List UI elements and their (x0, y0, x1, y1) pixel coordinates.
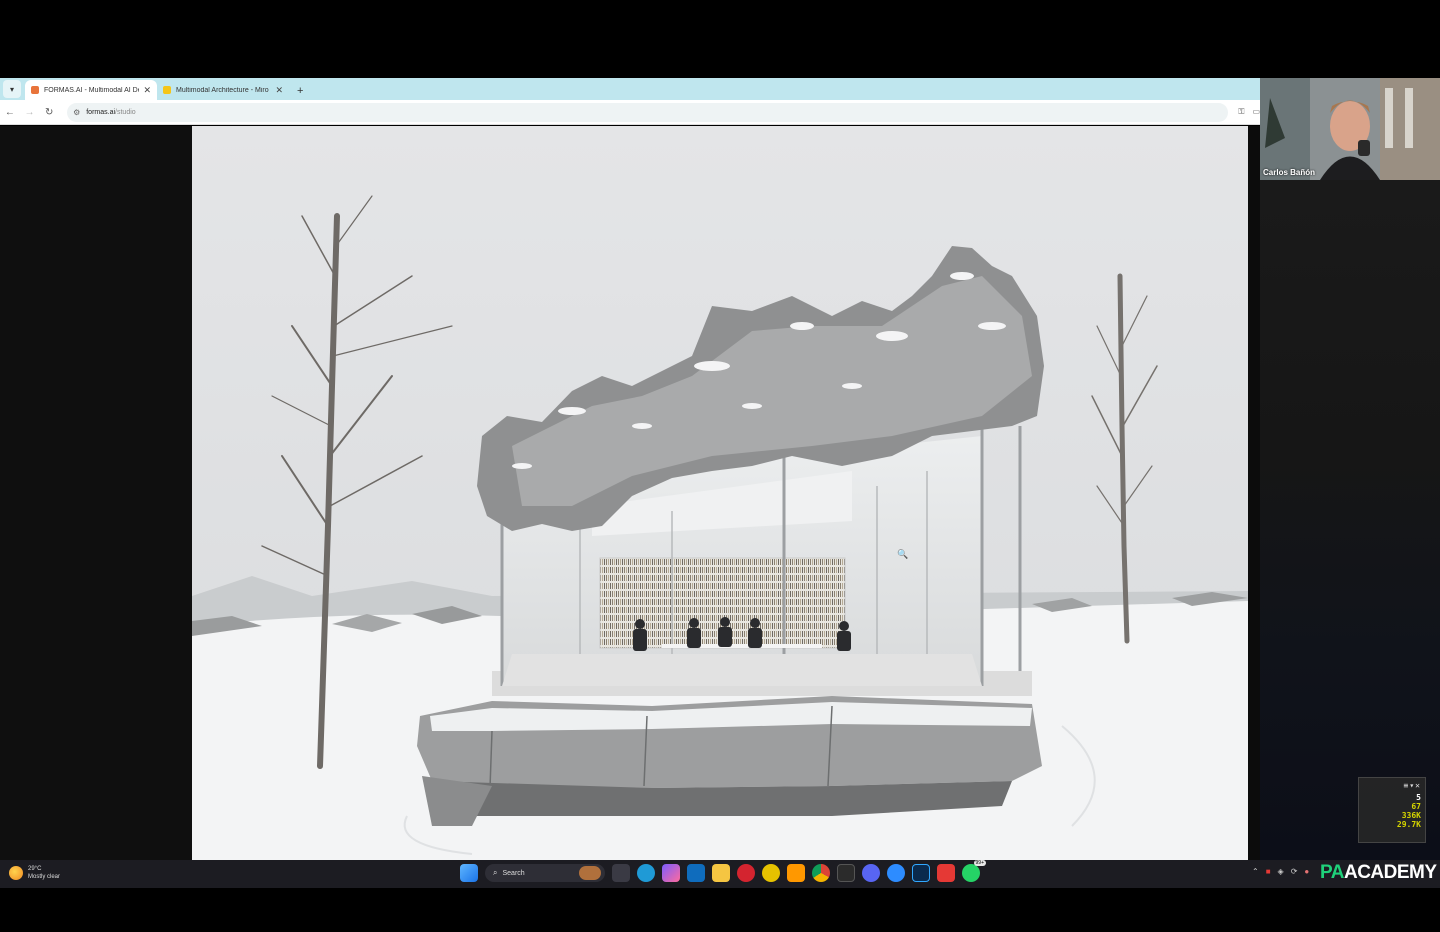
close-icon[interactable]: ✕ (143, 85, 151, 96)
chevron-down-icon: ▾ (9, 84, 14, 94)
watermark-suffix: ACADEMY (1343, 862, 1437, 883)
close-icon[interactable]: ✕ (1415, 781, 1421, 790)
outlook-icon[interactable] (687, 864, 705, 882)
taskbar-search[interactable]: ⌕ Search (485, 864, 605, 882)
browser-tab-bar: ▾ FORMAS.AI - Multimodal AI De ✕ Multimo… (0, 78, 1260, 100)
url-path: /studio (115, 108, 136, 116)
pa-academy-watermark: PAACADEMY (1320, 862, 1437, 884)
blurred-side-panel (1260, 180, 1440, 860)
stat-value: 336K (1401, 811, 1421, 820)
watermark-prefix: PA (1320, 862, 1344, 883)
windows-taskbar: 29°C Mostly clear ⌕ Search 99+ ⌃ ■ ◈ ⟳ ● (0, 860, 1440, 888)
tray-app-icon[interactable]: ■ (1266, 867, 1271, 876)
tab-miro[interactable]: Multimodal Architecture - Miro ✕ (157, 80, 289, 100)
stat-value: 29.7K (1396, 820, 1421, 829)
weather-widget[interactable]: 29°C Mostly clear (9, 865, 60, 881)
discord-icon[interactable] (862, 864, 880, 882)
reload-icon[interactable]: ↻ (39, 107, 59, 118)
stats-controls[interactable]: ≡▾✕ (1363, 781, 1421, 790)
weather-temp: 29°C (28, 866, 42, 872)
opera-gx-icon[interactable] (762, 864, 780, 882)
cast-icon[interactable]: ▭ (1252, 107, 1260, 117)
url-input[interactable]: ⚙ formas.ai/studio (67, 102, 1229, 122)
site-settings-icon[interactable]: ⚙ (73, 108, 80, 117)
address-bar: ← → ↻ ⚙ formas.ai/studio ⚿ ▭ (0, 100, 1260, 125)
windows-start-icon[interactable] (460, 864, 478, 882)
edge-icon[interactable] (637, 864, 655, 882)
photoshop-icon[interactable] (912, 864, 930, 882)
page-left-margin (0, 126, 192, 860)
opera-icon[interactable] (737, 864, 755, 882)
webcam-illustration (1260, 78, 1440, 180)
page-right-margin (1248, 126, 1260, 860)
back-icon[interactable]: ← (0, 107, 20, 118)
zoom-icon[interactable] (887, 864, 905, 882)
url-host: formas.ai (86, 108, 116, 116)
tray-chevron-icon[interactable]: ⌃ (1252, 867, 1259, 876)
whatsapp-icon[interactable]: 99+ (962, 860, 986, 882)
search-label: Search (502, 869, 525, 877)
password-key-icon[interactable]: ⚿ (1238, 107, 1244, 117)
webcam-name-label: Carlos Bañón (1263, 168, 1316, 177)
forward-icon[interactable]: → (20, 107, 40, 118)
tray-shield-icon[interactable]: ● (1304, 867, 1309, 876)
letterbox-bottom (0, 888, 1440, 932)
new-tab-button[interactable]: + (297, 85, 303, 97)
weather-condition: Mostly clear (28, 874, 61, 880)
copilot-icon[interactable] (662, 864, 680, 882)
sublime-icon[interactable] (787, 864, 805, 882)
tray-sync-icon[interactable]: ⟳ (1291, 867, 1298, 876)
zoom-cursor-icon: 🔍 (897, 549, 909, 559)
search-highlight-icon (579, 866, 601, 880)
formas-favicon-icon (31, 86, 39, 94)
tab-formas[interactable]: FORMAS.AI - Multimodal AI De ✕ (25, 80, 157, 100)
search-icon: ⌕ (493, 868, 498, 877)
tab-title: FORMAS.AI - Multimodal AI De (44, 86, 140, 94)
file-explorer-icon[interactable] (712, 864, 730, 882)
anydesk-icon[interactable] (937, 864, 955, 882)
stat-value: 67 (1411, 802, 1421, 811)
tray-network-icon[interactable]: ◈ (1278, 867, 1284, 876)
system-tray: ⌃ ■ ◈ ⟳ ● (1252, 867, 1309, 876)
stat-value: 5 (1416, 793, 1421, 802)
render-illustration (192, 126, 1248, 860)
whatsapp-badge: 99+ (973, 860, 986, 866)
screen: ▾ FORMAS.AI - Multimodal AI De ✕ Multimo… (0, 0, 1440, 932)
task-view-icon[interactable] (612, 864, 630, 882)
tab-search-button[interactable]: ▾ (3, 80, 21, 98)
close-icon[interactable]: ✕ (275, 85, 283, 96)
weather-icon (9, 866, 23, 880)
tab-title: Multimodal Architecture - Miro (176, 86, 269, 94)
stats-overlay: ≡▾✕ 5 67 336K 29.7K (1358, 777, 1426, 843)
webcam-feed: Carlos Bañón (1260, 78, 1440, 180)
chrome-icon[interactable] (812, 864, 830, 882)
terminal-icon[interactable] (837, 864, 855, 882)
miro-favicon-icon (163, 86, 171, 94)
generated-render-image[interactable]: 🔍 (192, 126, 1248, 860)
